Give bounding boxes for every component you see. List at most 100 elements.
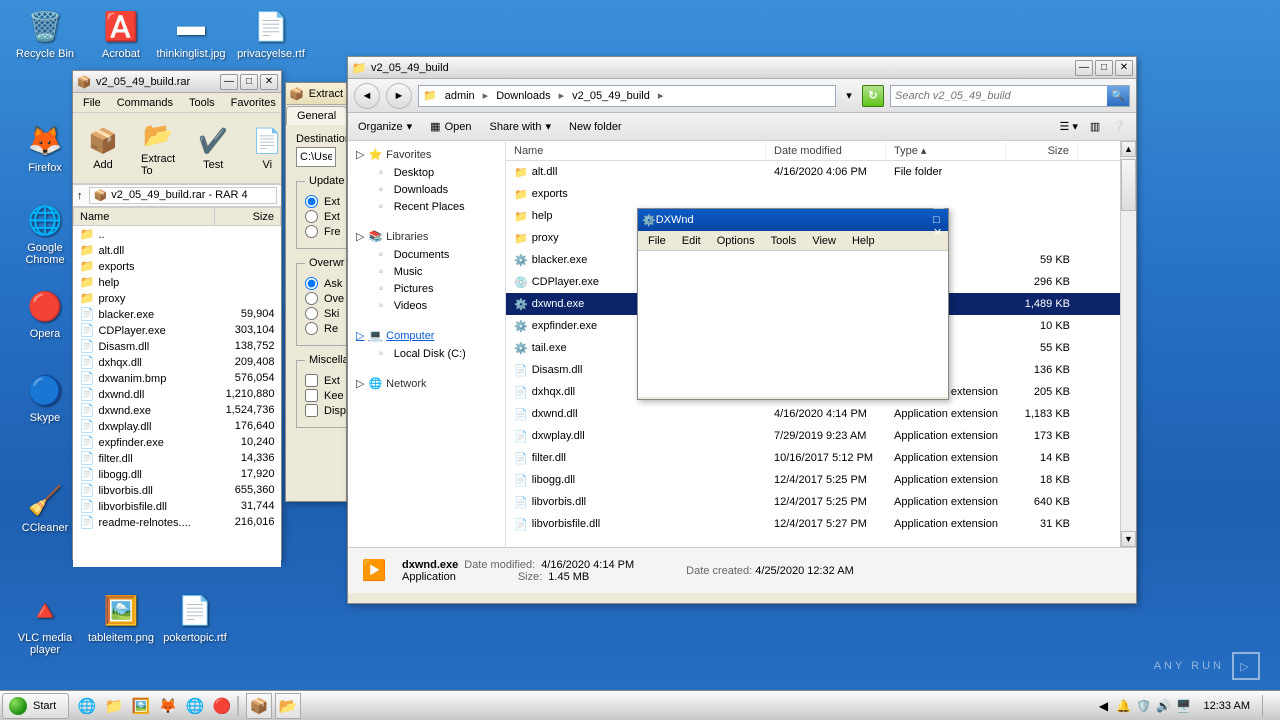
scroll-up[interactable]: ▲ — [1121, 141, 1136, 157]
search-box[interactable]: 🔍 — [890, 85, 1130, 107]
extract-dialog[interactable]: 📦 Extract General Advanced Destination U… — [285, 82, 347, 502]
nav-head[interactable]: ▷💻 Computer — [348, 326, 505, 345]
desktop-icon-thinkinglist-jpg[interactable]: ▬thinkinglist.jpg — [156, 6, 226, 60]
radio-option[interactable]: Re — [305, 322, 347, 335]
menu-tools[interactable]: Tools — [181, 95, 223, 111]
tab-general[interactable]: General — [286, 106, 347, 125]
menu-file[interactable]: File — [640, 233, 674, 249]
rar-row[interactable]: Disasm.dll138,752 — [74, 338, 281, 354]
winrar-path[interactable]: 📦v2_05_49_build.rar - RAR 4 — [89, 187, 278, 204]
crumb[interactable]: v2_05_49_build — [568, 90, 654, 102]
toolbtn-add[interactable]: 📦Add — [81, 123, 125, 173]
desktop-icon-recycle-bin[interactable]: 🗑️Recycle Bin — [10, 6, 80, 60]
search-icon[interactable]: 🔍 — [1107, 86, 1129, 106]
view-button[interactable]: ☰ ▾ — [1059, 120, 1077, 133]
tray-icon[interactable]: 🔊 — [1156, 698, 1172, 714]
winrar-titlebar[interactable]: 📦 v2_05_49_build.rar — □ ✕ — [73, 71, 281, 93]
maximize-button[interactable]: □ — [933, 214, 944, 226]
search-input[interactable] — [891, 86, 1107, 106]
minimize-button[interactable]: — — [1075, 60, 1093, 76]
dxwnd-content[interactable] — [638, 251, 948, 397]
winrar-toolbar[interactable]: 📦Add📂Extract To✔️Test📄Vi — [73, 113, 281, 184]
close-button[interactable]: ✕ — [1115, 60, 1133, 76]
winrar-window[interactable]: 📦 v2_05_49_build.rar — □ ✕ FileCommandsT… — [72, 70, 282, 560]
menu-help[interactable]: Help — [844, 233, 883, 249]
crumb[interactable]: Downloads — [492, 90, 554, 102]
minimize-button[interactable]: — — [220, 74, 238, 90]
taskbar[interactable]: Start 🌐📁🖼️🦊🌐🔴 📦📂 ◀🔔🛡️🔊🖥️ 12:33 AM — [0, 690, 1280, 720]
tray-icon[interactable]: 🖥️ — [1176, 698, 1192, 714]
tray-icon[interactable]: 🛡️ — [1136, 698, 1152, 714]
col-size[interactable]: Size — [215, 208, 281, 226]
file-row[interactable]: 📄libvorbisfile.dll12/4/2017 5:27 PMAppli… — [506, 513, 1136, 535]
show-desktop[interactable] — [1262, 695, 1272, 717]
explorer-titlebar[interactable]: 📁 v2_05_49_build — □ ✕ — [348, 57, 1136, 79]
nav-head[interactable]: ▷⭐ Favorites — [348, 145, 505, 164]
taskbar-app[interactable]: 📂 — [275, 693, 301, 719]
rar-row[interactable]: dxwnd.dll1,210,880 — [74, 386, 281, 402]
rar-row[interactable]: .. — [74, 226, 281, 243]
taskbar-app[interactable]: 📦 — [246, 693, 272, 719]
desktop-icon-privacyelse-rtf[interactable]: 📄privacyelse.rtf — [236, 6, 306, 60]
nav-item[interactable]: ▫️Local Disk (C:) — [348, 345, 505, 362]
file-row[interactable]: 📄libogg.dll12/4/2017 5:25 PMApplication … — [506, 469, 1136, 491]
col-size[interactable]: Size — [1006, 143, 1078, 159]
file-row[interactable]: 📁exports — [506, 183, 1136, 205]
up-icon[interactable]: ↑ — [77, 190, 83, 202]
nav-item[interactable]: ▫️Videos — [348, 297, 505, 314]
rar-row[interactable]: help — [74, 274, 281, 290]
desktop-icon-vlc-media-player[interactable]: 🔺VLC media player — [10, 590, 80, 656]
preview-button[interactable]: ▥ — [1090, 120, 1100, 133]
nav-head[interactable]: ▷📚 Libraries — [348, 227, 505, 246]
desktop-icon-tableitem-png[interactable]: 🖼️tableitem.png — [86, 590, 156, 644]
menu-commands[interactable]: Commands — [109, 95, 181, 111]
toolbtn-extract-to[interactable]: 📂Extract To — [135, 117, 181, 179]
menu-tools[interactable]: Tools — [763, 233, 805, 249]
nav-item[interactable]: ▫️Recent Places — [348, 198, 505, 215]
col-name[interactable]: Name — [506, 143, 766, 159]
nav-item[interactable]: ▫️Music — [348, 263, 505, 280]
help-icon[interactable]: ❔ — [1112, 120, 1126, 133]
desktop-icon-pokertopic-rtf[interactable]: 📄pokertopic.rtf — [160, 590, 230, 644]
desktop-icon-google-chrome[interactable]: 🌐Google Chrome — [10, 200, 80, 266]
forward-button[interactable]: ► — [386, 83, 412, 109]
radio-option[interactable]: Ext — [305, 195, 347, 208]
menu-file[interactable]: File — [75, 95, 109, 111]
organize-button[interactable]: Organize ▾ — [358, 120, 412, 133]
close-button[interactable]: ✕ — [260, 74, 278, 90]
radio-option[interactable]: Fre — [305, 225, 347, 238]
winrar-menubar[interactable]: FileCommandsToolsFavoritesOp — [73, 93, 281, 113]
taskbar-pinned[interactable]: 📁 — [102, 694, 126, 718]
breadcrumb[interactable]: 📁 admin▸Downloads▸v2_05_49_build▸ — [418, 85, 836, 107]
check-option[interactable]: Kee — [305, 389, 347, 402]
system-tray[interactable]: ◀🔔🛡️🔊🖥️ 12:33 AM — [1088, 695, 1280, 717]
radio-option[interactable]: Ext — [305, 210, 347, 223]
toolbtn-vi[interactable]: 📄Vi — [245, 123, 289, 173]
check-option[interactable]: Disp — [305, 404, 347, 417]
rar-row[interactable]: blacker.exe59,904 — [74, 306, 281, 322]
desktop-icon-ccleaner[interactable]: 🧹CCleaner — [10, 480, 80, 534]
dxwnd-menubar[interactable]: FileEditOptionsToolsViewHelp — [638, 231, 948, 251]
taskbar-pinned[interactable]: 🖼️ — [129, 694, 153, 718]
menu-edit[interactable]: Edit — [674, 233, 709, 249]
col-name[interactable]: Name — [74, 208, 215, 226]
share-button[interactable]: Share with ▾ — [490, 120, 552, 133]
rar-row[interactable]: CDPlayer.exe303,104 — [74, 322, 281, 338]
newfolder-button[interactable]: New folder — [569, 121, 622, 133]
start-button[interactable]: Start — [2, 693, 69, 719]
rar-row[interactable]: dxwnd.exe1,524,736 — [74, 402, 281, 418]
scroll-thumb[interactable] — [1121, 159, 1136, 211]
rar-row[interactable]: exports — [74, 258, 281, 274]
taskbar-pinned[interactable]: 🌐 — [75, 694, 99, 718]
file-row[interactable]: 📄libvorbis.dll12/4/2017 5:25 PMApplicati… — [506, 491, 1136, 513]
rar-row[interactable]: proxy — [74, 290, 281, 306]
desktop-icon-acrobat[interactable]: 🅰️Acrobat — [86, 6, 156, 60]
nav-pane[interactable]: ▷⭐ Favorites▫️Desktop▫️Downloads▫️Recent… — [348, 141, 506, 547]
maximize-button[interactable]: □ — [1095, 60, 1113, 76]
desktop-icon-opera[interactable]: 🔴Opera — [10, 286, 80, 340]
extract-titlebar[interactable]: 📦 Extract — [286, 83, 346, 105]
toolbtn-test[interactable]: ✔️Test — [191, 123, 235, 173]
rar-row[interactable]: filter.dll14,336 — [74, 450, 281, 466]
maximize-button[interactable]: □ — [240, 74, 258, 90]
rar-row[interactable]: dxhqx.dll209,408 — [74, 354, 281, 370]
